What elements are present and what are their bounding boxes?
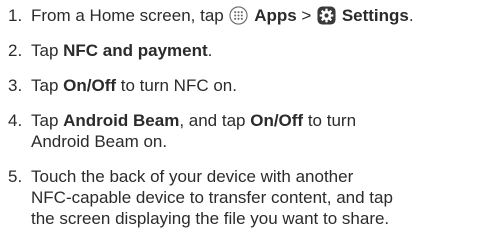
step-4: 4. Tap Android Beam, and tap On/Off to t… <box>0 110 504 152</box>
step-3: 3. Tap On/Off to turn NFC on. <box>0 75 504 96</box>
step-text-line: the screen displaying the file you want … <box>31 209 390 228</box>
step-text: Android Beam on. <box>31 132 168 151</box>
step-1: 1. From a Home screen, tap Apps > Settin… <box>0 5 504 26</box>
instruction-steps: 1. From a Home screen, tap Apps > Settin… <box>0 0 504 229</box>
step-text: Tap <box>31 76 64 95</box>
step-2: 2. Tap NFC and payment. <box>0 40 504 61</box>
step-text-line: NFC-capable device to transfer content, … <box>31 188 393 207</box>
step-text: From a Home screen, tap <box>31 6 229 25</box>
step-number: 4. <box>8 111 23 130</box>
step-number: 5. <box>8 167 23 186</box>
on-off-label: On/Off <box>250 111 304 130</box>
on-off-label: On/Off <box>63 76 117 95</box>
settings-gear-icon <box>317 6 336 25</box>
nfc-payment-label: NFC and payment <box>63 41 208 60</box>
step-text: to turn NFC on. <box>116 76 237 95</box>
step-text: to turn <box>303 111 357 130</box>
step-end: . <box>207 41 213 60</box>
step-text: Tap <box>31 41 64 60</box>
settings-label: Settings <box>341 6 409 25</box>
separator: > <box>296 6 317 25</box>
step-number: 2. <box>8 41 23 60</box>
step-text: , and tap <box>179 111 251 130</box>
step-5: 5. Touch the back of your device with an… <box>0 166 504 229</box>
android-beam-label: Android Beam <box>63 111 180 130</box>
apps-icon <box>229 6 249 25</box>
step-number: 1. <box>8 6 23 25</box>
step-number: 3. <box>8 76 23 95</box>
apps-label: Apps <box>254 6 297 25</box>
step-text-line: Touch the back of your device with anoth… <box>31 167 354 186</box>
step-end: . <box>408 6 414 25</box>
step-text: Tap <box>31 111 64 130</box>
